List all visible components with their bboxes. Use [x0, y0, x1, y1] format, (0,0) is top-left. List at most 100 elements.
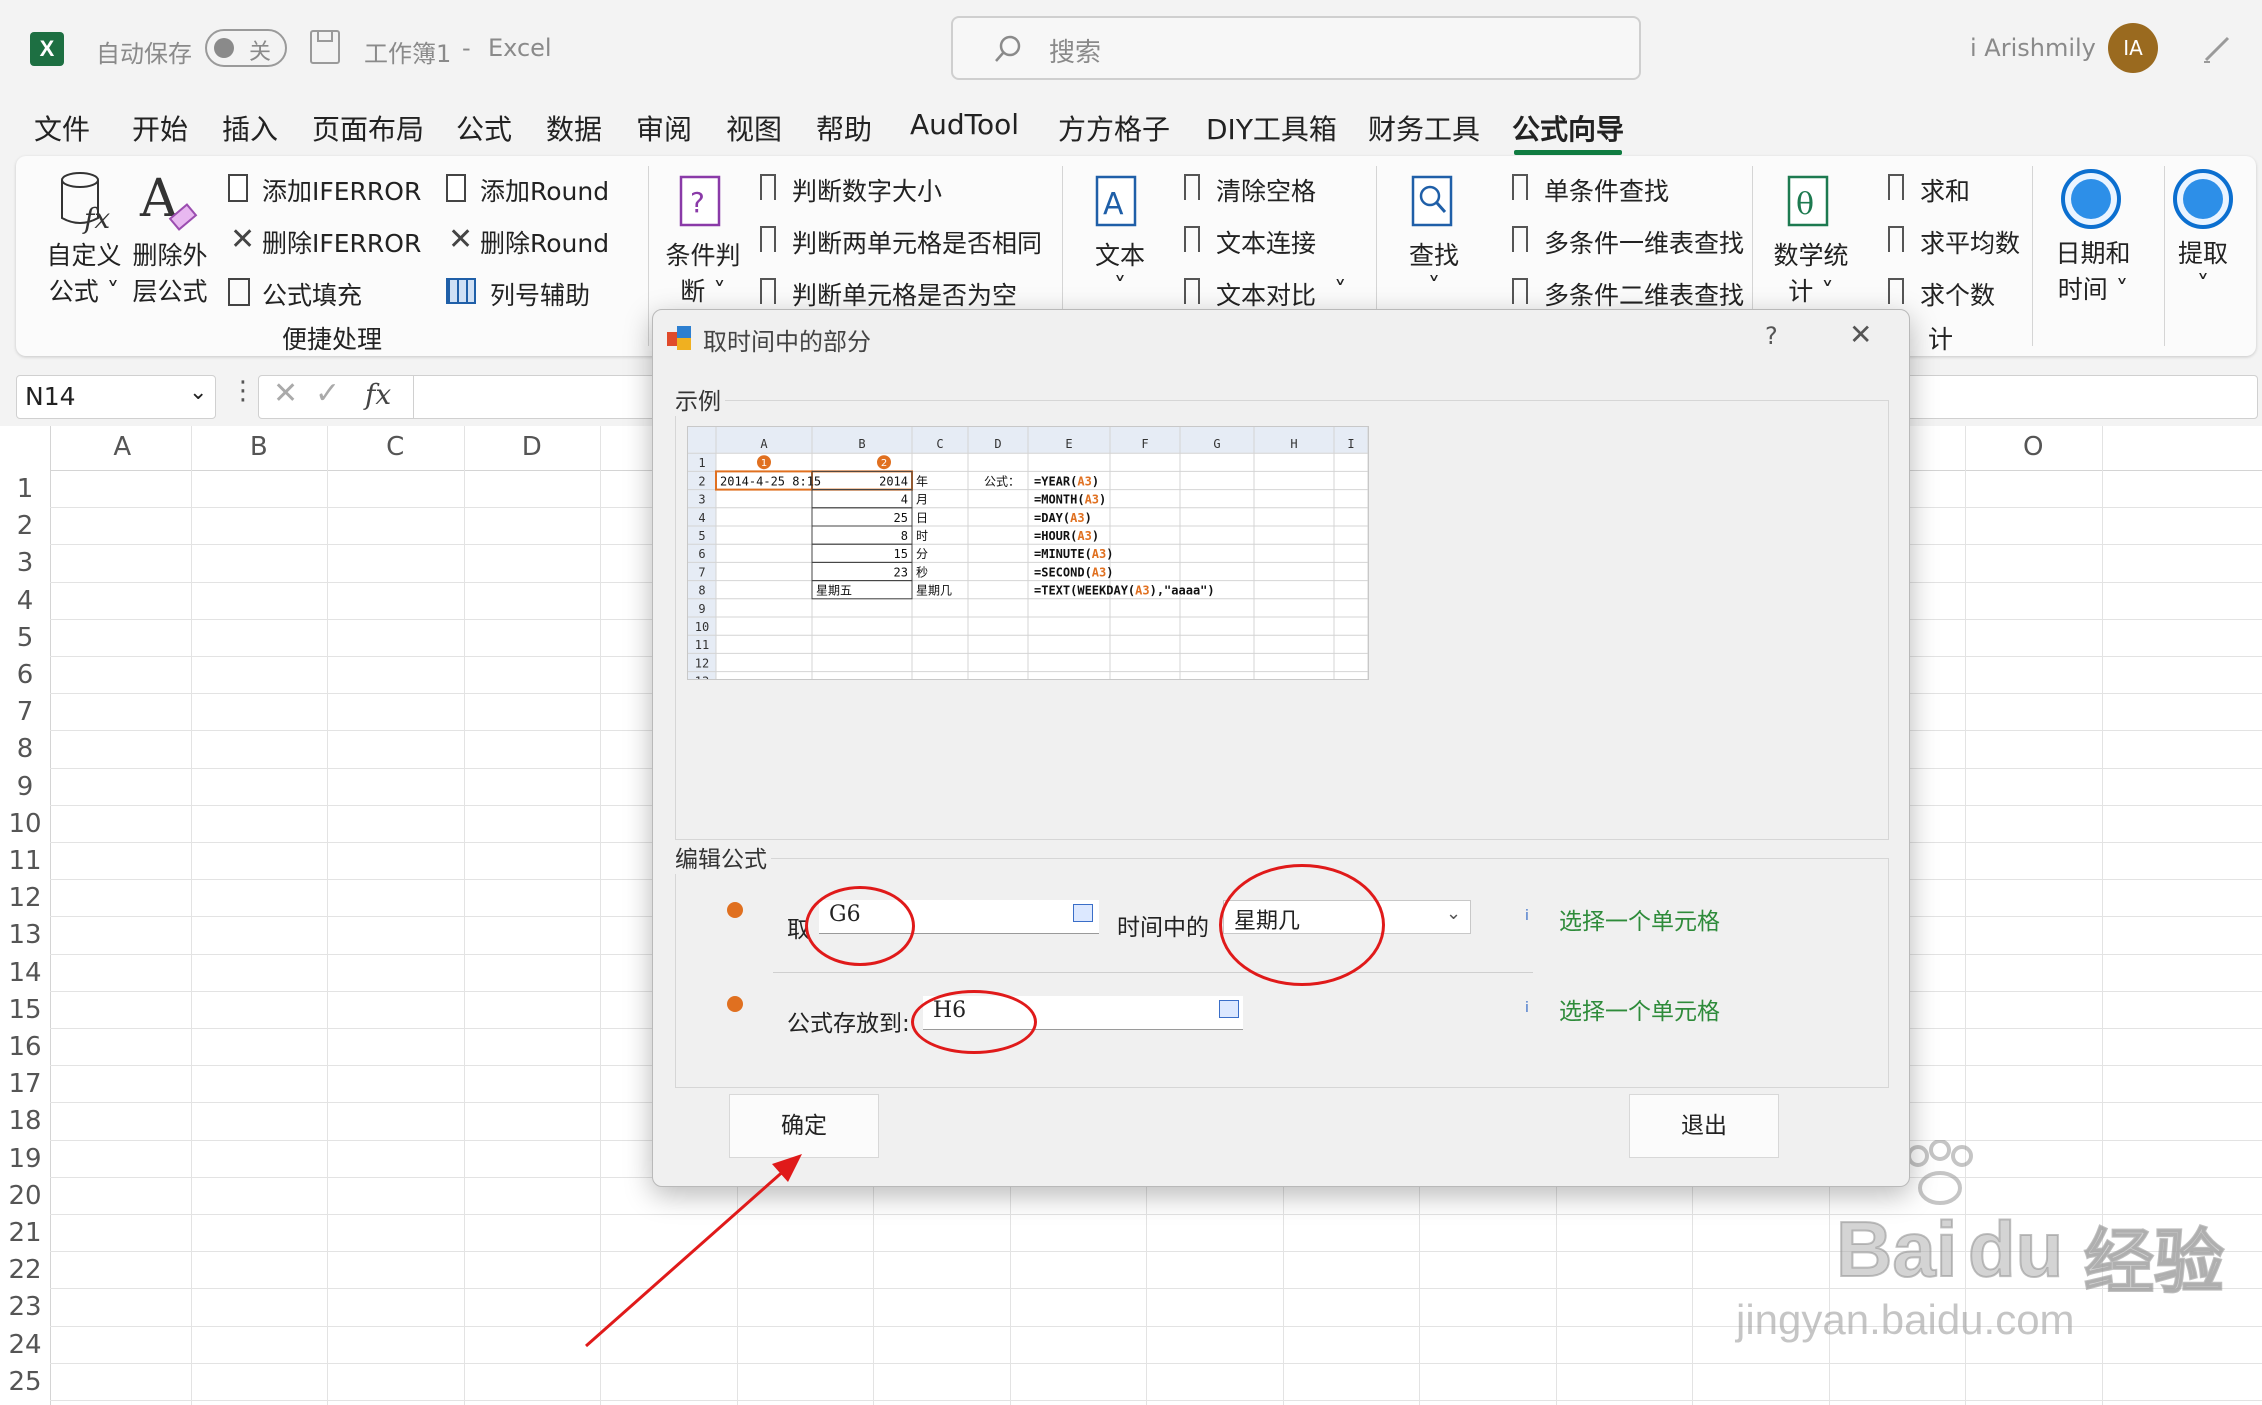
- select-cell-link-1[interactable]: 选择一个单元格: [1559, 902, 1720, 936]
- bookmark-icon: [760, 278, 776, 304]
- stat-item-label: 求平均数: [1920, 229, 2021, 258]
- tab-insert[interactable]: 插入: [222, 108, 278, 148]
- sheet-col-label: C: [936, 437, 943, 451]
- formula-part: A3: [1092, 547, 1106, 561]
- tab-review[interactable]: 审阅: [636, 108, 692, 148]
- tab-data[interactable]: 数据: [546, 108, 602, 148]
- watermark-cn: 经验: [2083, 1220, 2225, 1304]
- more-options-icon[interactable]: ⋮: [230, 376, 256, 406]
- svg-text:fx: fx: [82, 202, 110, 235]
- row-header[interactable]: 18: [0, 1106, 50, 1143]
- sheet-a3-value: 2014-4-25 8:15: [720, 474, 821, 488]
- condition-judge-button[interactable]: 条件判 断 ˅: [660, 236, 746, 308]
- row-header[interactable]: 6: [0, 660, 50, 697]
- sheet-row-label: 10: [695, 620, 709, 634]
- row-header[interactable]: 24: [0, 1330, 50, 1367]
- store-label: 公式存放到:: [787, 1011, 910, 1037]
- column-header[interactable]: D: [464, 426, 601, 468]
- tab-home[interactable]: 开始: [132, 108, 188, 148]
- column-header[interactable]: O: [1965, 426, 2102, 468]
- extract-button[interactable]: 提取 ˅: [2168, 234, 2238, 299]
- row-header[interactable]: 25: [0, 1367, 50, 1404]
- formula-part: ): [1106, 565, 1113, 579]
- row-header[interactable]: 2: [0, 511, 50, 548]
- save-icon[interactable]: [310, 30, 340, 64]
- tab-help[interactable]: 帮助: [816, 108, 872, 148]
- row-header[interactable]: 5: [0, 623, 50, 660]
- sheet-b-cell: [811, 489, 913, 509]
- avatar[interactable]: IA: [2108, 23, 2158, 73]
- check-icon[interactable]: ✓: [315, 376, 340, 411]
- pen-icon[interactable]: [2200, 30, 2236, 66]
- cond-judge-label-2: 断 ˅: [680, 277, 726, 306]
- row-header[interactable]: 11: [0, 846, 50, 883]
- row-header[interactable]: 9: [0, 772, 50, 809]
- row-header[interactable]: 19: [0, 1144, 50, 1181]
- cell-picker-icon[interactable]: [1219, 1000, 1239, 1018]
- tab-page-layout[interactable]: 页面布局: [312, 108, 424, 148]
- math-stats-button[interactable]: 数学统 计 ˅: [1768, 236, 1854, 308]
- custom-formula-button[interactable]: 自定义 公式 ˅: [44, 236, 124, 308]
- sheet-formula: =DAY(A3): [1034, 511, 1092, 525]
- row-header[interactable]: 1: [0, 474, 50, 511]
- fx-icon[interactable]: fx: [365, 378, 391, 411]
- text-button[interactable]: 文本 ˅: [1092, 236, 1148, 301]
- svg-text:θ: θ: [1796, 187, 1814, 222]
- row-header[interactable]: 14: [0, 958, 50, 995]
- formula-part: ): [1099, 493, 1106, 507]
- chevron-down-icon: ⌄: [189, 380, 208, 405]
- tab-audtool[interactable]: AudTool: [910, 108, 1019, 141]
- cell-picker-icon[interactable]: [1073, 904, 1093, 922]
- extract-label: 提取: [2177, 239, 2228, 268]
- tab-diy[interactable]: DIY工具箱: [1206, 108, 1337, 148]
- sheet-row-label: 3: [698, 493, 705, 507]
- row-header[interactable]: 3: [0, 548, 50, 585]
- add-file-icon: [446, 174, 466, 202]
- tab-formula-wizard[interactable]: 公式向导: [1512, 108, 1624, 148]
- formula-part: A3: [1092, 565, 1106, 579]
- custom-formula-label-1: 自定义: [46, 241, 122, 270]
- row-header[interactable]: 10: [0, 809, 50, 846]
- cancel-icon[interactable]: ✕: [273, 376, 298, 411]
- column-header[interactable]: A: [54, 426, 191, 468]
- sheet-col-label: B: [858, 437, 865, 451]
- formula-part: =MINUTE(: [1034, 547, 1092, 561]
- tab-finance[interactable]: 财务工具: [1368, 108, 1480, 148]
- row-header[interactable]: 4: [0, 586, 50, 623]
- row-header[interactable]: 23: [0, 1292, 50, 1329]
- date-time-button[interactable]: 日期和 时间 ˅: [2050, 234, 2136, 306]
- tab-view[interactable]: 视图: [726, 108, 782, 148]
- row-header[interactable]: 21: [0, 1218, 50, 1255]
- row-header[interactable]: 20: [0, 1181, 50, 1218]
- exit-button[interactable]: 退出: [1629, 1094, 1779, 1158]
- help-button[interactable]: ?: [1765, 322, 1778, 350]
- close-button[interactable]: ✕: [1849, 318, 1872, 351]
- tab-fangfang[interactable]: 方方格子: [1058, 108, 1170, 148]
- divider: [413, 376, 414, 418]
- row-header[interactable]: 22: [0, 1255, 50, 1292]
- lookup-icon: [1411, 175, 1453, 227]
- autosave-toggle[interactable]: 关: [205, 29, 287, 67]
- formula-part: ): [1092, 474, 1099, 488]
- sheet-col-label: E: [1065, 437, 1072, 451]
- tab-formulas[interactable]: 公式: [456, 108, 512, 148]
- row-header[interactable]: 12: [0, 883, 50, 920]
- column-header[interactable]: C: [327, 426, 464, 468]
- column-header[interactable]: B: [191, 426, 328, 468]
- row-header[interactable]: 16: [0, 1032, 50, 1069]
- name-box[interactable]: N14 ⌄: [16, 375, 216, 419]
- add-file-icon: [228, 174, 248, 202]
- formula-part: A3: [1077, 529, 1091, 543]
- example-sheet: ABCDEFGHI12345678910111213122014-4-25 8:…: [688, 427, 1369, 689]
- row-header[interactable]: 15: [0, 995, 50, 1032]
- row-header[interactable]: 17: [0, 1069, 50, 1106]
- row-header[interactable]: 7: [0, 697, 50, 734]
- row-header[interactable]: 13: [0, 920, 50, 957]
- row-header[interactable]: 8: [0, 734, 50, 771]
- tab-file[interactable]: 文件: [34, 108, 90, 148]
- select-cell-link-2[interactable]: 选择一个单元格: [1559, 992, 1720, 1026]
- search-box[interactable]: 搜索: [951, 16, 1641, 80]
- sheet-row-label: 7: [698, 565, 705, 579]
- delete-outer-formula-button[interactable]: 删除外 层公式: [130, 236, 210, 308]
- lookup-button[interactable]: 查找 ˅: [1406, 236, 1462, 301]
